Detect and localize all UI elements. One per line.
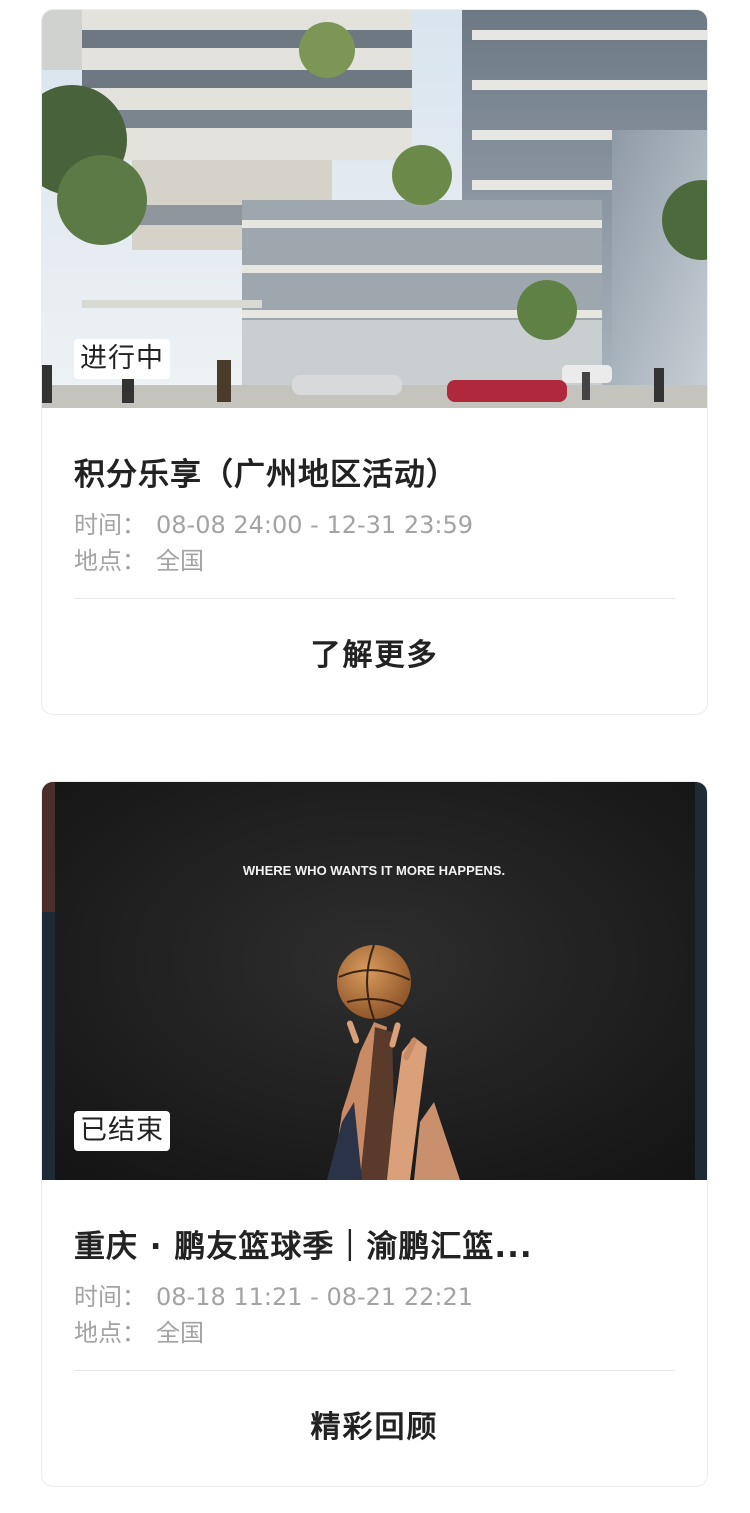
status-badge: 进行中 [74,339,170,379]
location-label: 地点： [74,1319,146,1347]
time-row: 时间： 08-18 11:21 - 08-21 22:21 [74,1279,675,1315]
time-value: 08-18 11:21 - 08-21 22:21 [156,1283,473,1311]
activity-cover-image[interactable]: WHERE WHO WANTS IT MORE HAPPENS. 已结束 [42,782,707,1180]
location-label: 地点： [74,547,146,575]
time-value: 08-08 24:00 - 12-31 23:59 [156,511,473,539]
activity-card[interactable]: WHERE WHO WANTS IT MORE HAPPENS. 已结束 重庆 … [41,781,708,1487]
review-highlights-button[interactable]: 精彩回顾 [42,1371,707,1485]
location-value: 全国 [156,1319,204,1347]
activity-meta: 时间： 08-08 24:00 - 12-31 23:59 地点： 全国 [74,507,675,579]
time-label: 时间： [74,511,146,539]
learn-more-button[interactable]: 了解更多 [42,599,707,713]
status-badge: 已结束 [74,1111,170,1151]
activity-cover-image[interactable]: 进行中 [42,10,707,408]
time-row: 时间： 08-08 24:00 - 12-31 23:59 [74,507,675,543]
location-row: 地点： 全国 [74,1315,675,1351]
location-value: 全国 [156,547,204,575]
activity-card[interactable]: 进行中 积分乐享（广州地区活动） 时间： 08-08 24:00 - 12-31 … [41,9,708,715]
poster-tagline: WHERE WHO WANTS IT MORE HAPPENS. [243,863,505,878]
activity-meta: 时间： 08-18 11:21 - 08-21 22:21 地点： 全国 [74,1279,675,1351]
activity-title: 重庆 · 鹏友篮球季｜渝鹏汇篮... [74,1229,533,1265]
activity-title: 积分乐享（广州地区活动） [74,457,458,493]
time-label: 时间： [74,1283,146,1311]
location-row: 地点： 全国 [74,543,675,579]
